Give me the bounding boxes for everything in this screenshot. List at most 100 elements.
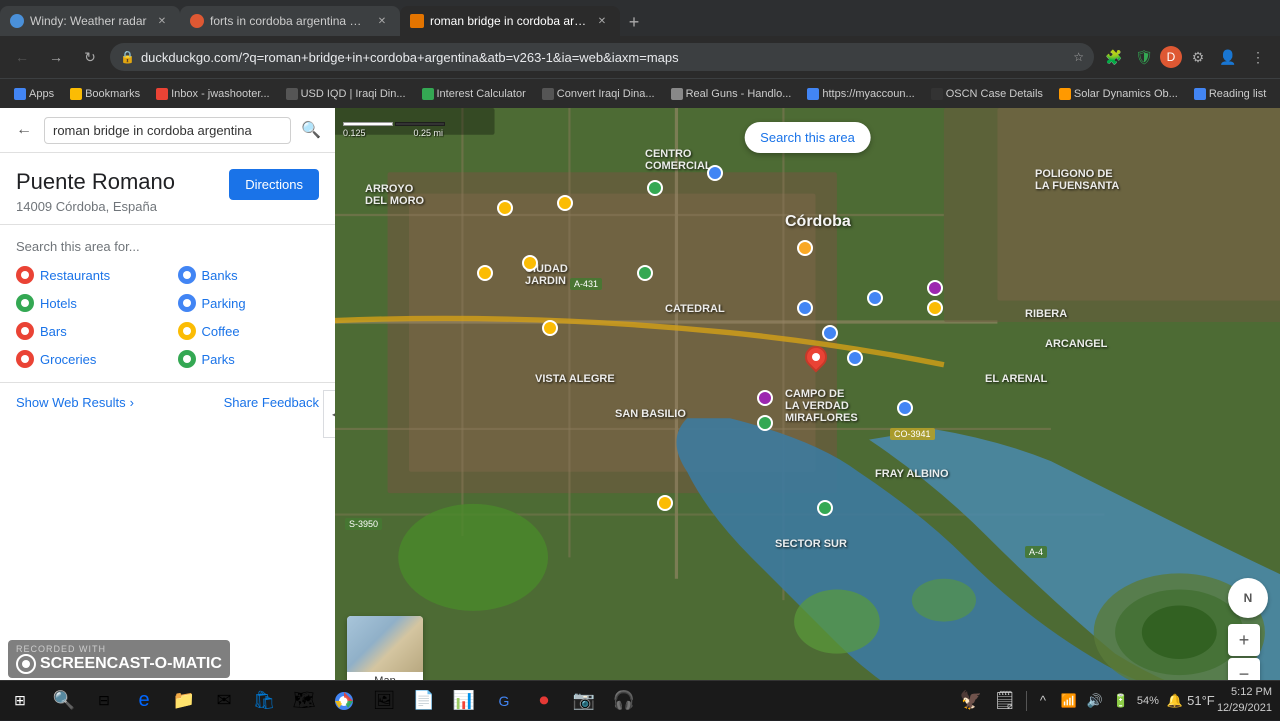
taskbar-maps[interactable]: 🗺 <box>286 683 322 719</box>
new-tab-button[interactable]: + <box>620 8 648 36</box>
extensions-icon[interactable]: 🧩 <box>1100 43 1128 71</box>
bookmark-myaccount[interactable]: https://myaccoun... <box>801 86 920 102</box>
map-marker-12[interactable] <box>927 300 943 316</box>
taskbar-explorer[interactable]: 📁 <box>166 683 202 719</box>
tray-arrow-icon[interactable]: ^ <box>1033 691 1053 711</box>
map-svg <box>335 108 1280 720</box>
map-marker-10[interactable] <box>797 240 813 256</box>
myaccount-favicon <box>807 88 819 100</box>
tray-battery-icon[interactable]: 🔋 <box>1111 691 1131 711</box>
tab-weather[interactable]: Windy: Weather radar ✕ <box>0 6 180 36</box>
settings-icon[interactable]: ⚙ <box>1184 43 1212 71</box>
map-marker-11[interactable] <box>927 280 943 296</box>
map-marker-13[interactable] <box>542 320 558 336</box>
category-hotels[interactable]: Hotels <box>16 294 158 312</box>
category-groceries[interactable]: Groceries <box>16 350 158 368</box>
bookmark-interest-calc[interactable]: Interest Calculator <box>416 86 532 102</box>
map-marker-9[interactable] <box>522 255 538 271</box>
category-coffee[interactable]: Coffee <box>178 322 320 340</box>
menu-icon[interactable]: ⋮ <box>1244 43 1272 71</box>
show-web-results-link[interactable]: Show Web Results › <box>16 395 134 410</box>
map-marker-18[interactable] <box>897 400 913 416</box>
duckduckgo-icon[interactable]: D <box>1160 46 1182 68</box>
taskbar-screencast[interactable]: ⏺ <box>526 683 562 719</box>
tab-close-duckduckgo[interactable]: ✕ <box>374 13 390 29</box>
share-feedback-link[interactable]: Share Feedback <box>224 395 319 410</box>
tray-notification-icon[interactable]: 🔔 <box>1165 691 1185 711</box>
category-banks[interactable]: Banks <box>178 266 320 284</box>
map-marker-20[interactable] <box>817 500 833 516</box>
bookmark-apps[interactable]: Apps <box>8 86 60 102</box>
tab-maps[interactable]: roman bridge in cordoba arge... ✕ <box>400 6 620 36</box>
map-marker-16[interactable] <box>757 390 773 406</box>
profile-icon[interactable]: 👤 <box>1214 43 1242 71</box>
map-marker-5[interactable] <box>637 265 653 281</box>
refresh-button[interactable]: ↻ <box>76 43 104 71</box>
map-marker-19[interactable] <box>657 495 673 511</box>
forward-button[interactable]: → <box>42 43 70 71</box>
taskbar-pdf[interactable]: 📄 <box>406 683 442 719</box>
category-parks[interactable]: Parks <box>178 350 320 368</box>
map-marker-2[interactable] <box>647 180 663 196</box>
panel-collapse-button[interactable]: ◂ <box>323 390 335 438</box>
taskbar-photos[interactable]: 🖼 <box>366 683 402 719</box>
taskbar-camera[interactable]: 📷 <box>566 683 602 719</box>
screencast-dot-icon <box>22 660 30 668</box>
directions-button[interactable]: Directions <box>229 169 319 200</box>
tray-network-icon[interactable]: 📶 <box>1059 691 1079 711</box>
taskbar-running-explorer[interactable]: 🦅 <box>956 686 986 716</box>
taskbar-running-app[interactable]: 🗒 <box>990 686 1020 716</box>
clock[interactable]: 5:12 PM 12/29/2021 <box>1217 685 1272 716</box>
taskbar-powerpoint[interactable]: 📊 <box>446 683 482 719</box>
map-marker-6[interactable] <box>477 265 493 281</box>
category-parking[interactable]: Parking <box>178 294 320 312</box>
map-marker-8[interactable] <box>867 290 883 306</box>
left-panel: ← 🔍 Puente Romano 14009 Córdoba, España … <box>0 108 335 720</box>
taskbar-task-view[interactable]: ⊟ <box>86 683 122 719</box>
start-button[interactable]: ⊞ <box>0 681 40 721</box>
address-bar[interactable]: 🔒 duckduckgo.com/?q=roman+bridge+in+cord… <box>110 43 1094 71</box>
tab-close-weather[interactable]: ✕ <box>154 13 170 29</box>
taskbar-mail[interactable]: ✉ <box>206 683 242 719</box>
category-bars[interactable]: Bars <box>16 322 158 340</box>
map-type-button[interactable]: Map <box>347 616 423 690</box>
compass-control[interactable]: N <box>1228 578 1268 618</box>
taskbar-edge[interactable]: e <box>126 683 162 719</box>
tab-close-maps[interactable]: ✕ <box>594 13 610 29</box>
map-marker-17[interactable] <box>757 415 773 431</box>
map-marker-15[interactable] <box>847 350 863 366</box>
bookmark-solar[interactable]: Solar Dynamics Ob... <box>1053 86 1184 102</box>
tab-duckduckgo[interactable]: forts in cordoba argentina at Du... ✕ <box>180 6 400 36</box>
map-marker-4[interactable] <box>497 200 513 216</box>
tray-volume-icon[interactable]: 🔊 <box>1085 691 1105 711</box>
bookmark-oscn[interactable]: OSCN Case Details <box>925 86 1049 102</box>
category-restaurants[interactable]: Restaurants <box>16 266 158 284</box>
map-marker-7[interactable] <box>797 300 813 316</box>
shield-icon[interactable]: 🛡 <box>1130 43 1158 71</box>
coffee-icon <box>178 322 196 340</box>
bookmark-bookmarks[interactable]: Bookmarks <box>64 86 146 102</box>
bookmark-reading-list[interactable]: Reading list <box>1188 86 1272 102</box>
map-area[interactable]: Córdoba CIUDADJARDIN CATEDRAL VISTA ALEG… <box>335 108 1280 720</box>
taskbar-chrome[interactable] <box>326 683 362 719</box>
map-marker-1[interactable] <box>557 195 573 211</box>
taskbar-cortana[interactable]: 🔍 <box>46 683 82 719</box>
bookmark-real-guns[interactable]: Real Guns - Handlo... <box>665 86 798 102</box>
back-button[interactable]: ← <box>8 43 36 71</box>
bookmark-inbox[interactable]: Inbox - jwashooter... <box>150 86 275 102</box>
zoom-in-button[interactable]: + <box>1228 624 1260 656</box>
restaurants-icon <box>16 266 34 284</box>
bookmark-convert-iqd[interactable]: Convert Iraqi Dina... <box>536 86 661 102</box>
search-this-area-button[interactable]: Search this area <box>744 122 871 153</box>
taskbar-google[interactable]: G <box>486 683 522 719</box>
solar-favicon <box>1059 88 1071 100</box>
taskbar-headset[interactable]: 🎧 <box>606 683 642 719</box>
search-back-button[interactable]: ← <box>10 116 38 144</box>
bookmark-usd-iqd[interactable]: USD IQD | Iraqi Din... <box>280 86 412 102</box>
main-location-pin[interactable] <box>805 346 829 378</box>
search-submit-button[interactable]: 🔍 <box>297 116 325 144</box>
map-marker-3[interactable] <box>707 165 723 181</box>
search-input[interactable] <box>44 117 291 144</box>
map-marker-14[interactable] <box>822 325 838 341</box>
taskbar-store[interactable]: 🛍 <box>246 683 282 719</box>
